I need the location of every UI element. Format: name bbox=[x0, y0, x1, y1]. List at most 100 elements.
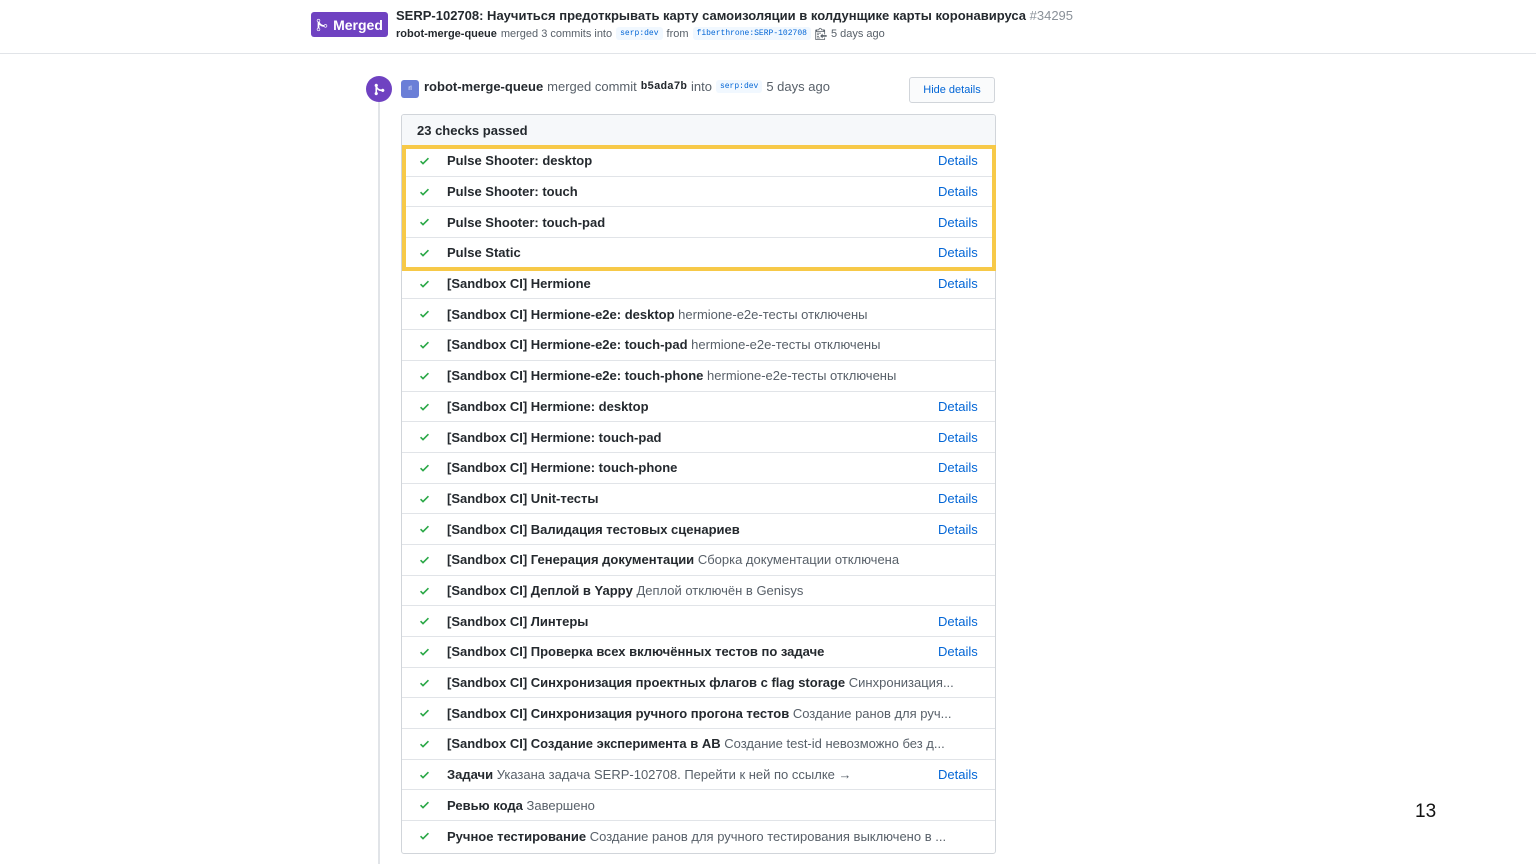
pr-meta: robot-merge-queue merged 3 commits into … bbox=[396, 27, 885, 40]
check-name: Ручное тестирование Создание ранов для р… bbox=[447, 829, 946, 844]
event-merged-text: merged commit bbox=[547, 79, 637, 94]
check-icon bbox=[420, 679, 429, 687]
check-name-text: [Sandbox CI] Генерация документации bbox=[447, 552, 695, 568]
check-row: Pulse Shooter: touch-pad Details bbox=[402, 207, 995, 239]
event-branch-label[interactable]: serp:dev bbox=[715, 80, 763, 93]
check-name: [Sandbox CI] Hermione: desktop bbox=[447, 399, 649, 414]
check-name-text: Pulse Shooter: desktop bbox=[447, 153, 593, 169]
check-description: hermione-e2e-тесты отключены bbox=[678, 306, 868, 322]
check-icon bbox=[420, 587, 429, 595]
check-icon bbox=[420, 372, 429, 380]
hide-details-button[interactable]: Hide details bbox=[909, 77, 995, 103]
checks-panel: 23 checks passed Pulse Shooter: desktop … bbox=[401, 114, 996, 854]
check-row: [Sandbox CI] Hermione-e2e: touch-phone h… bbox=[402, 361, 995, 392]
check-row: [Sandbox CI] Валидация тестовых сценарие… bbox=[402, 514, 995, 545]
check-details-link[interactable]: Details bbox=[938, 430, 978, 445]
check-details-link[interactable]: Details bbox=[938, 276, 978, 291]
check-row: Pulse Shooter: touch Details bbox=[402, 177, 995, 208]
pr-title: SERP-102708: Научиться предоткрывать кар… bbox=[396, 8, 1073, 23]
event-author-link[interactable]: robot-merge-queue bbox=[424, 79, 543, 94]
check-details-link[interactable]: Details bbox=[938, 460, 978, 475]
check-icon bbox=[420, 403, 429, 411]
merge-icon bbox=[316, 18, 328, 31]
check-description: hermione-e2e-тесты отключены bbox=[707, 368, 897, 384]
check-icon bbox=[420, 311, 429, 319]
check-name: [Sandbox CI] Генерация документации Сбор… bbox=[447, 552, 899, 567]
pr-number: #34295 bbox=[1029, 8, 1074, 23]
check-row: [Sandbox CI] Создание эксперимента в AB … bbox=[402, 729, 995, 760]
check-row: [Sandbox CI] Деплой в Yappy Деплой отклю… bbox=[402, 576, 995, 607]
check-name-text: [Sandbox CI] Unit-тесты bbox=[447, 490, 599, 506]
check-details-link[interactable]: Details bbox=[938, 245, 978, 260]
check-row: [Sandbox CI] Hermione: desktop Details bbox=[402, 392, 995, 423]
check-description: Сборка документации отключена bbox=[697, 552, 900, 568]
check-details-link[interactable]: Details bbox=[938, 491, 978, 506]
check-name-text: [Sandbox CI] Деплой в Yappy bbox=[447, 582, 633, 598]
check-icon bbox=[420, 710, 429, 718]
check-icon bbox=[420, 556, 429, 564]
check-row: Ревью кода Завершено bbox=[402, 790, 995, 822]
check-name-text: [Sandbox CI] Hermione: touch-phone bbox=[447, 460, 678, 476]
check-icon bbox=[420, 802, 429, 810]
pr-time: 5 days ago bbox=[830, 27, 885, 40]
check-icon bbox=[420, 832, 429, 840]
check-row: Pulse Shooter: desktop Details bbox=[402, 146, 995, 177]
check-row: Pulse Static Details bbox=[402, 238, 995, 269]
merge-icon bbox=[374, 83, 384, 95]
check-name: [Sandbox CI] Hermione: touch-pad bbox=[447, 430, 662, 445]
check-details-link[interactable]: Details bbox=[938, 522, 978, 537]
pr-author-link[interactable]: robot-merge-queue bbox=[396, 28, 497, 40]
commit-sha-link[interactable]: b5ada7b bbox=[641, 81, 687, 93]
check-row: [Sandbox CI] Hermione-e2e: desktop hermi… bbox=[402, 299, 995, 331]
check-icon bbox=[420, 433, 429, 441]
check-icon bbox=[420, 740, 429, 748]
check-description: Создание ранов для руч... bbox=[792, 705, 952, 721]
merged-badge-label: Merged bbox=[333, 16, 383, 33]
check-description: Создание ранов для ручного тестирования … bbox=[589, 828, 947, 844]
check-details-link[interactable]: Details bbox=[938, 614, 978, 629]
merged-status-badge: Merged bbox=[311, 12, 388, 37]
check-icon bbox=[420, 464, 429, 472]
check-icon bbox=[420, 157, 429, 165]
check-name-text: [Sandbox CI] Создание эксперимента в AB bbox=[447, 736, 721, 752]
check-details-link[interactable]: Details bbox=[938, 644, 978, 659]
head-branch-label[interactable]: fiberthrone:SERP-102708 bbox=[692, 27, 811, 40]
check-name-text: Pulse Static bbox=[447, 245, 521, 261]
check-name-text: [Sandbox CI] Линтеры bbox=[447, 613, 589, 629]
check-icon bbox=[420, 219, 429, 227]
check-details-link[interactable]: Details bbox=[938, 767, 978, 782]
check-row: [Sandbox CI] Проверка всех включённых те… bbox=[402, 637, 995, 668]
check-details-link[interactable]: Details bbox=[938, 399, 978, 414]
check-details-link[interactable]: Details bbox=[938, 153, 978, 168]
check-name: [Sandbox CI] Синхронизация проектных фла… bbox=[447, 675, 954, 690]
event-time: 5 days ago bbox=[766, 79, 830, 94]
check-name: [Sandbox CI] Hermione bbox=[447, 276, 591, 291]
check-row: [Sandbox CI] Hermione Details bbox=[402, 269, 995, 300]
check-details-link[interactable]: Details bbox=[938, 215, 978, 230]
base-branch-label[interactable]: serp:dev bbox=[616, 27, 663, 40]
check-name: [Sandbox CI] Hermione-e2e: touch-pad her… bbox=[447, 337, 880, 352]
check-name: [Sandbox CI] Hermione: touch-phone bbox=[447, 460, 677, 475]
check-description: Завершено bbox=[526, 797, 595, 813]
check-row: [Sandbox CI] Синхронизация ручного прого… bbox=[402, 698, 995, 730]
check-row: [Sandbox CI] Hermione: touch-pad Details bbox=[402, 422, 995, 453]
check-name-text: [Sandbox CI] Hermione: desktop bbox=[447, 398, 649, 414]
check-name: [Sandbox CI] Линтеры bbox=[447, 614, 588, 629]
check-description: Деплой отключён в Genisys bbox=[636, 582, 804, 598]
copy-icon[interactable] bbox=[815, 27, 827, 40]
check-name-text: [Sandbox CI] Синхронизация ручного прого… bbox=[447, 705, 790, 721]
check-name-text: [Sandbox CI] Hermione: touch-pad bbox=[447, 429, 662, 445]
check-details-link[interactable]: Details bbox=[938, 184, 978, 199]
checks-summary: 23 checks passed bbox=[402, 115, 995, 146]
avatar[interactable]: rl bbox=[401, 80, 419, 98]
check-icon bbox=[420, 495, 429, 503]
check-name-text: [Sandbox CI] Hermione-e2e: touch-phone bbox=[447, 368, 704, 384]
check-name-text: Задачи bbox=[447, 767, 494, 783]
check-name: Pulse Static bbox=[447, 245, 521, 260]
check-icon bbox=[420, 771, 429, 779]
check-name-text: Ревью кода bbox=[447, 797, 523, 813]
check-name: [Sandbox CI] Создание эксперимента в AB … bbox=[447, 736, 945, 751]
check-name-text: Ручное тестирование bbox=[447, 828, 587, 844]
check-name: [Sandbox CI] Валидация тестовых сценарие… bbox=[447, 522, 740, 537]
check-description: Синхронизация... bbox=[848, 675, 954, 691]
